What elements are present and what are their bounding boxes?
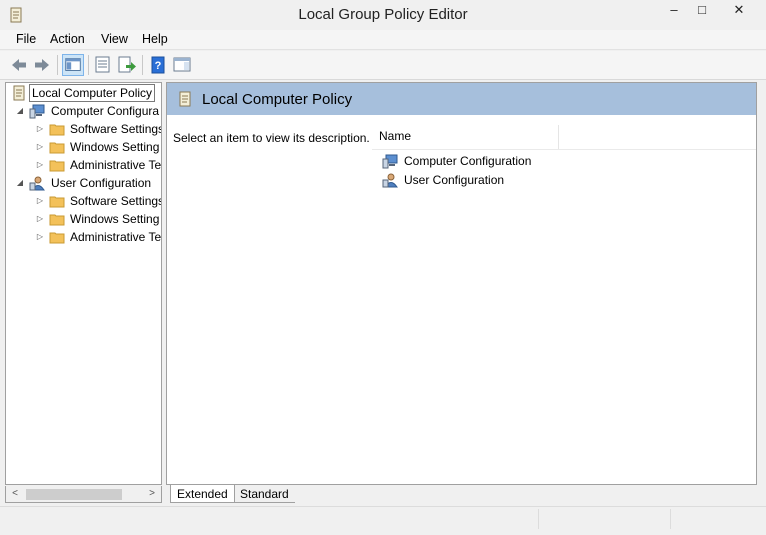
help-icon[interactable]: ? (147, 54, 169, 76)
expand-arrow-icon[interactable]: ▷ (35, 232, 45, 242)
details-title: Local Computer Policy (202, 91, 353, 108)
svg-text:?: ? (155, 60, 162, 72)
user-icon (382, 173, 398, 188)
user-icon (29, 176, 45, 191)
column-separator[interactable] (558, 125, 559, 149)
window-title: Local Group Policy Editor (298, 6, 468, 23)
scroll-left-icon[interactable]: < (8, 487, 22, 501)
back-arrow-icon[interactable] (8, 54, 30, 76)
computer-icon (29, 104, 45, 119)
folder-icon (49, 124, 65, 136)
menu-help[interactable]: Help (142, 32, 168, 46)
folder-icon (49, 142, 65, 154)
menu-action[interactable]: Action (50, 32, 85, 46)
tree-item-label: Administrative Te (70, 158, 162, 172)
computer-icon (382, 154, 398, 169)
description-panel: Select an item to view its description. (167, 115, 372, 484)
header-divider (372, 149, 756, 150)
status-cell (670, 509, 760, 529)
folder-icon (49, 196, 65, 208)
policy-scroll-icon (13, 85, 25, 101)
close-button[interactable]: ✕ (716, 0, 762, 22)
tree-item-label: Local Computer Policy (29, 84, 156, 102)
expand-arrow-icon[interactable]: ▷ (35, 142, 45, 152)
console-tree[interactable]: Local Computer Policy ◢ Computer Configu… (5, 82, 162, 485)
view-tabs: Extended Standard (166, 485, 757, 503)
menu-file[interactable]: File (16, 32, 36, 46)
description-text: Select an item to view its description. (173, 131, 370, 145)
tree-item-label: Software Settings (70, 194, 162, 208)
toolbar: ? (0, 51, 766, 80)
scroll-right-icon[interactable]: > (145, 487, 159, 501)
folder-icon (49, 232, 65, 244)
tree-horizontal-scrollbar[interactable]: < > (5, 486, 162, 503)
tree-item-label: Windows Setting (70, 140, 160, 154)
expand-arrow-icon[interactable]: ▷ (35, 160, 45, 170)
minimize-button[interactable]: – (660, 0, 688, 22)
details-pane: Local Computer Policy Select an item to … (166, 82, 757, 485)
status-bar (0, 506, 766, 531)
tree-item-label: Administrative Te (70, 230, 162, 244)
item-list[interactable]: Name Computer Configuration User Configu… (372, 115, 756, 484)
folder-icon (49, 160, 65, 172)
collapse-arrow-icon[interactable]: ◢ (15, 178, 25, 188)
tree-item-label: Computer Configura (51, 104, 160, 118)
folder-icon (49, 214, 65, 226)
tree-item-label: User Configuration (51, 176, 152, 190)
export-list-icon[interactable] (116, 54, 138, 76)
expand-arrow-icon[interactable]: ▷ (35, 196, 45, 206)
expand-arrow-icon[interactable]: ▷ (35, 214, 45, 224)
column-header-name[interactable]: Name (379, 129, 411, 143)
toolbar-separator (88, 55, 89, 75)
maximize-button[interactable]: □ (688, 0, 716, 22)
properties-icon[interactable] (92, 54, 114, 76)
policy-scroll-icon (179, 91, 191, 107)
toolbar-separator (57, 55, 58, 75)
show-hide-console-tree-icon[interactable] (62, 54, 84, 76)
list-item-label: Computer Configuration (404, 154, 532, 168)
expand-arrow-icon[interactable]: ▷ (35, 124, 45, 134)
menu-bar: File Action View Help (0, 30, 766, 50)
scrollbar-thumb[interactable] (26, 489, 122, 500)
collapse-arrow-icon[interactable]: ◢ (15, 106, 25, 116)
details-header: Local Computer Policy (167, 83, 756, 115)
menu-view[interactable]: View (101, 32, 128, 46)
tree-item-label: Software Settings (70, 122, 162, 136)
list-item-label: User Configuration (404, 173, 505, 187)
toolbar-separator (142, 55, 143, 75)
forward-arrow-icon[interactable] (31, 54, 53, 76)
tab-extended[interactable]: Extended (170, 485, 235, 503)
tree-item-label: Windows Setting (70, 212, 160, 226)
show-hide-action-pane-icon[interactable] (171, 54, 193, 76)
title-bar: Local Group Policy Editor – □ ✕ (0, 0, 766, 30)
tab-standard[interactable]: Standard (234, 485, 295, 503)
status-cell (538, 509, 670, 529)
